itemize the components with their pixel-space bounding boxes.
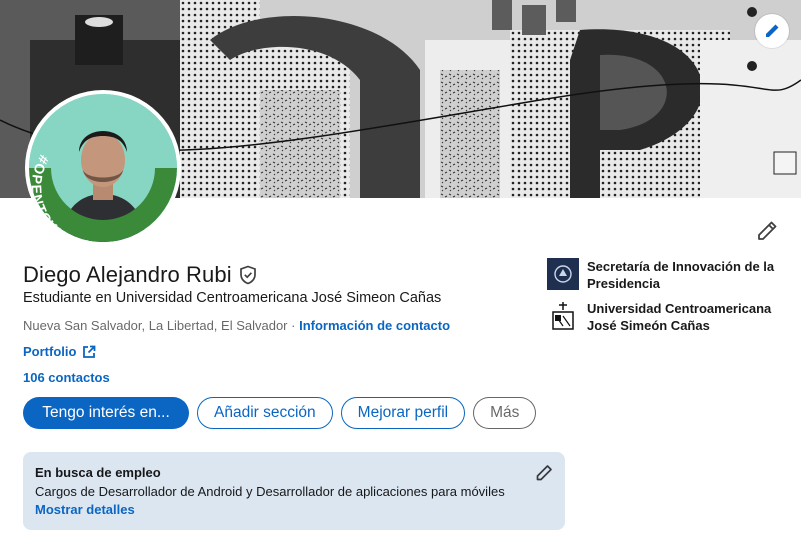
separator: · <box>287 318 300 333</box>
open-to-work-title: En busca de empleo <box>35 465 161 480</box>
company-logo <box>547 258 579 290</box>
pencil-icon <box>758 221 777 240</box>
experience-item[interactable]: Secretaría de Innovación de la Presidenc… <box>547 258 797 292</box>
external-link-icon <box>83 345 96 358</box>
university-crest-icon <box>547 300 579 332</box>
open-to-work-roles: Cargos de Desarrollador de Android y Des… <box>35 484 505 499</box>
profile-photo[interactable]: #OPENTOWORK <box>25 90 181 246</box>
pencil-icon <box>766 24 779 37</box>
profile-actions: Tengo interés en... Añadir sección Mejor… <box>23 397 537 429</box>
avatar: #OPENTOWORK <box>29 94 177 242</box>
contact-info-link[interactable]: Información de contacto <box>299 318 450 333</box>
company-name: Secretaría de Innovación de la Presidenc… <box>587 259 775 291</box>
connections-link[interactable]: 106 contactos <box>23 370 110 385</box>
edit-banner-button[interactable] <box>755 14 789 48</box>
portfolio-link[interactable]: Portfolio <box>23 344 96 359</box>
portfolio-label: Portfolio <box>23 344 77 359</box>
open-to-work-frame: #OPENTOWORK <box>29 152 91 242</box>
improve-profile-button[interactable]: Mejorar perfil <box>340 397 466 429</box>
add-section-button[interactable]: Añadir sección <box>197 397 333 429</box>
more-button[interactable]: Más <box>473 397 537 429</box>
name-row: Diego Alejandro Rubi <box>23 262 258 288</box>
open-to-button[interactable]: Tengo interés en... <box>23 397 189 429</box>
svg-text:#OPENTOWORK: #OPENTOWORK <box>29 152 91 242</box>
school-name: Universidad Centroamericana José Simeón … <box>587 301 772 333</box>
school-logo <box>547 300 579 332</box>
verified-shield-icon[interactable] <box>238 265 258 285</box>
profile-location: Nueva San Salvador, La Libertad, El Salv… <box>23 318 288 333</box>
edit-intro-button[interactable] <box>754 218 780 244</box>
profile-headline: Estudiante en Universidad Centroamerican… <box>23 290 442 306</box>
profile-name: Diego Alejandro Rubi <box>23 262 232 287</box>
top-experience-list: Secretaría de Innovación de la Presidenc… <box>547 258 797 342</box>
location-row: Nueva San Salvador, La Libertad, El Salv… <box>23 318 450 333</box>
education-item[interactable]: Universidad Centroamericana José Simeón … <box>547 300 797 334</box>
edit-open-to-work-button[interactable] <box>535 464 553 482</box>
open-to-work-badge: #OPENTOWORK <box>29 152 90 242</box>
show-details-link[interactable]: Mostrar detalles <box>35 502 553 517</box>
pencil-icon <box>536 465 552 481</box>
open-to-work-card: En busca de empleo Cargos de Desarrollad… <box>23 452 565 530</box>
government-seal-icon <box>547 258 579 290</box>
